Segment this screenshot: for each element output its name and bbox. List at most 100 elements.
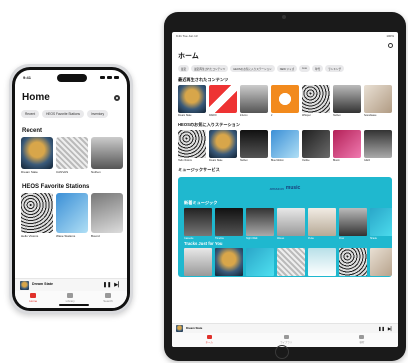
- next-icon[interactable]: ▶▏: [114, 282, 122, 288]
- section-title-music-service[interactable]: ミュージックサービス: [172, 167, 398, 173]
- recent-row: Dream State RADIO Inferno 2 Whisper Nuthen Sou…: [172, 85, 398, 117]
- phone-header: Home: [15, 92, 127, 103]
- section-title-tracks[interactable]: Tracks Just for You: [178, 241, 392, 246]
- media-card[interactable]: RADIO: [209, 85, 237, 117]
- media-card[interactable]: Track 2: [215, 248, 243, 277]
- album-artwork: [370, 208, 392, 236]
- phone-device: 9:41 Home Recent HEOS Favorite Stations …: [9, 64, 133, 314]
- media-card[interactable]: Nuthen: [91, 137, 123, 174]
- media-card[interactable]: Pulse: [308, 208, 336, 240]
- media-card[interactable]: Soundwave: [364, 85, 392, 117]
- filter-chip[interactable]: Live: [299, 65, 310, 72]
- media-card[interactable]: Outline: [302, 130, 330, 162]
- media-card[interactable]: Hello Visions: [21, 193, 53, 238]
- media-card-title: Soundwave: [364, 114, 377, 117]
- mini-player[interactable]: Dream State ❚❚ ▶▏: [172, 323, 398, 333]
- tab-search[interactable]: 検索: [359, 335, 365, 344]
- filter-chip[interactable]: NEW ジャズ: [276, 65, 298, 72]
- media-card[interactable]: Shade: [370, 208, 392, 240]
- tab-home[interactable]: Home: [29, 293, 37, 303]
- media-card-title: Inferno: [240, 114, 248, 117]
- media-card[interactable]: Night Walk: [246, 208, 274, 240]
- section-title-stations[interactable]: HEOS Favorite Stations: [15, 184, 127, 190]
- media-card[interactable]: CANVAS: [56, 137, 88, 174]
- media-card[interactable]: Wave Stations: [56, 193, 88, 238]
- media-card-title: RADIO: [209, 114, 217, 117]
- amazon-music-logo: amazon music: [178, 177, 392, 199]
- tablet-filter-chips: 最近 最近再生されたコンテンツ HEOSのお気に入りステーション NEW ジャズ Liv…: [172, 65, 398, 72]
- media-card[interactable]: Bound: [91, 193, 123, 238]
- media-card-title: Glitch: [364, 159, 371, 162]
- media-card[interactable]: Blue Motion: [271, 130, 299, 162]
- tab-library[interactable]: Library: [66, 293, 75, 303]
- media-card-title: Cassette: [184, 237, 194, 240]
- media-card[interactable]: Nuthen: [333, 85, 361, 117]
- filter-chip[interactable]: 最近再生されたコンテンツ: [191, 65, 229, 72]
- chip-recent[interactable]: Recent: [21, 110, 40, 118]
- tab-home-label: ホーム: [205, 341, 213, 344]
- recent-row: Dream State CANVAS Nuthen: [15, 137, 127, 174]
- signal-icon: [100, 75, 105, 79]
- media-card-title: Bound: [91, 234, 100, 238]
- gear-icon[interactable]: [388, 43, 393, 48]
- media-card[interactable]: Track 7: [370, 248, 392, 277]
- media-card[interactable]: Bloom: [333, 130, 361, 162]
- music-service-panel: amazon music 新着ミュージック Cassette Timeline Ni…: [178, 177, 392, 277]
- album-artwork: [271, 85, 299, 113]
- mini-player-artwork: [20, 280, 29, 290]
- media-card-title: Nuthen: [91, 170, 101, 174]
- media-card[interactable]: Flow: [339, 208, 367, 240]
- album-artwork: [308, 248, 336, 276]
- tablet-status-bar: 9:41 Tue Jun 13 100%: [172, 32, 398, 40]
- gear-icon[interactable]: [114, 94, 120, 101]
- page-title: ホーム: [178, 53, 199, 60]
- phone-screen: 9:41 Home Recent HEOS Favorite Stations …: [15, 70, 127, 308]
- pause-icon[interactable]: ❚❚: [378, 326, 385, 331]
- media-card[interactable]: Nuthen: [240, 130, 268, 162]
- media-card[interactable]: Waves: [277, 208, 305, 240]
- media-card[interactable]: Dream State: [21, 137, 53, 174]
- filter-chip[interactable]: 最近: [178, 65, 190, 72]
- media-card[interactable]: Dream State: [178, 85, 206, 117]
- mini-player[interactable]: Dream State ❚❚ ▶▏: [15, 278, 127, 291]
- search-icon: [359, 335, 365, 339]
- media-card[interactable]: Glitch: [364, 130, 392, 162]
- pause-icon[interactable]: ❚❚: [103, 282, 111, 288]
- section-title-recent[interactable]: Recent: [15, 128, 127, 134]
- media-card[interactable]: Dream State: [209, 130, 237, 162]
- media-card[interactable]: Track 1: [184, 248, 212, 277]
- media-card[interactable]: Timeline: [215, 208, 243, 240]
- mini-player-title: Dream State: [32, 282, 53, 287]
- media-card[interactable]: Track 3: [246, 248, 274, 277]
- home-button[interactable]: [275, 345, 289, 359]
- chip-stations[interactable]: HEOS Favorite Stations: [42, 110, 84, 118]
- media-card[interactable]: Track 5: [308, 248, 336, 277]
- media-card[interactable]: Whisper: [302, 85, 330, 117]
- tab-library[interactable]: ライブラリ: [280, 335, 292, 344]
- album-artwork: [364, 130, 392, 158]
- chip-inventory[interactable]: Inventory: [86, 110, 109, 118]
- media-card[interactable]: 2: [271, 85, 299, 117]
- filter-chip[interactable]: ランキング: [325, 65, 345, 72]
- album-artwork: [209, 130, 237, 158]
- media-card[interactable]: Cassette: [184, 208, 212, 240]
- album-artwork: [215, 208, 243, 236]
- section-title-stations[interactable]: HEOSのお気に入りステーション: [172, 122, 398, 128]
- next-icon[interactable]: ▶▏: [388, 326, 394, 331]
- filter-chip[interactable]: 年代: [311, 65, 324, 72]
- tab-home[interactable]: ホーム: [206, 335, 213, 344]
- tab-search[interactable]: Search: [103, 293, 113, 303]
- wifi-icon: [107, 75, 112, 79]
- album-artwork: [91, 137, 123, 169]
- section-title-new-music[interactable]: 新着ミュージック: [178, 200, 392, 206]
- album-artwork: [240, 130, 268, 158]
- media-card[interactable]: Inferno: [240, 85, 268, 117]
- phone-filter-chips: Recent HEOS Favorite Stations Inventory: [15, 110, 127, 118]
- section-title-recent[interactable]: 最近再生されたコンテンツ: [172, 77, 398, 83]
- media-card[interactable]: Track 4: [277, 248, 305, 277]
- filter-chip[interactable]: HEOSのお気に入りステーション: [230, 65, 275, 72]
- media-card[interactable]: Track 6: [339, 248, 367, 277]
- media-card[interactable]: Hello Visions: [178, 130, 206, 162]
- tab-library-label: Library: [65, 299, 75, 303]
- logo-sub: amazon: [269, 185, 284, 191]
